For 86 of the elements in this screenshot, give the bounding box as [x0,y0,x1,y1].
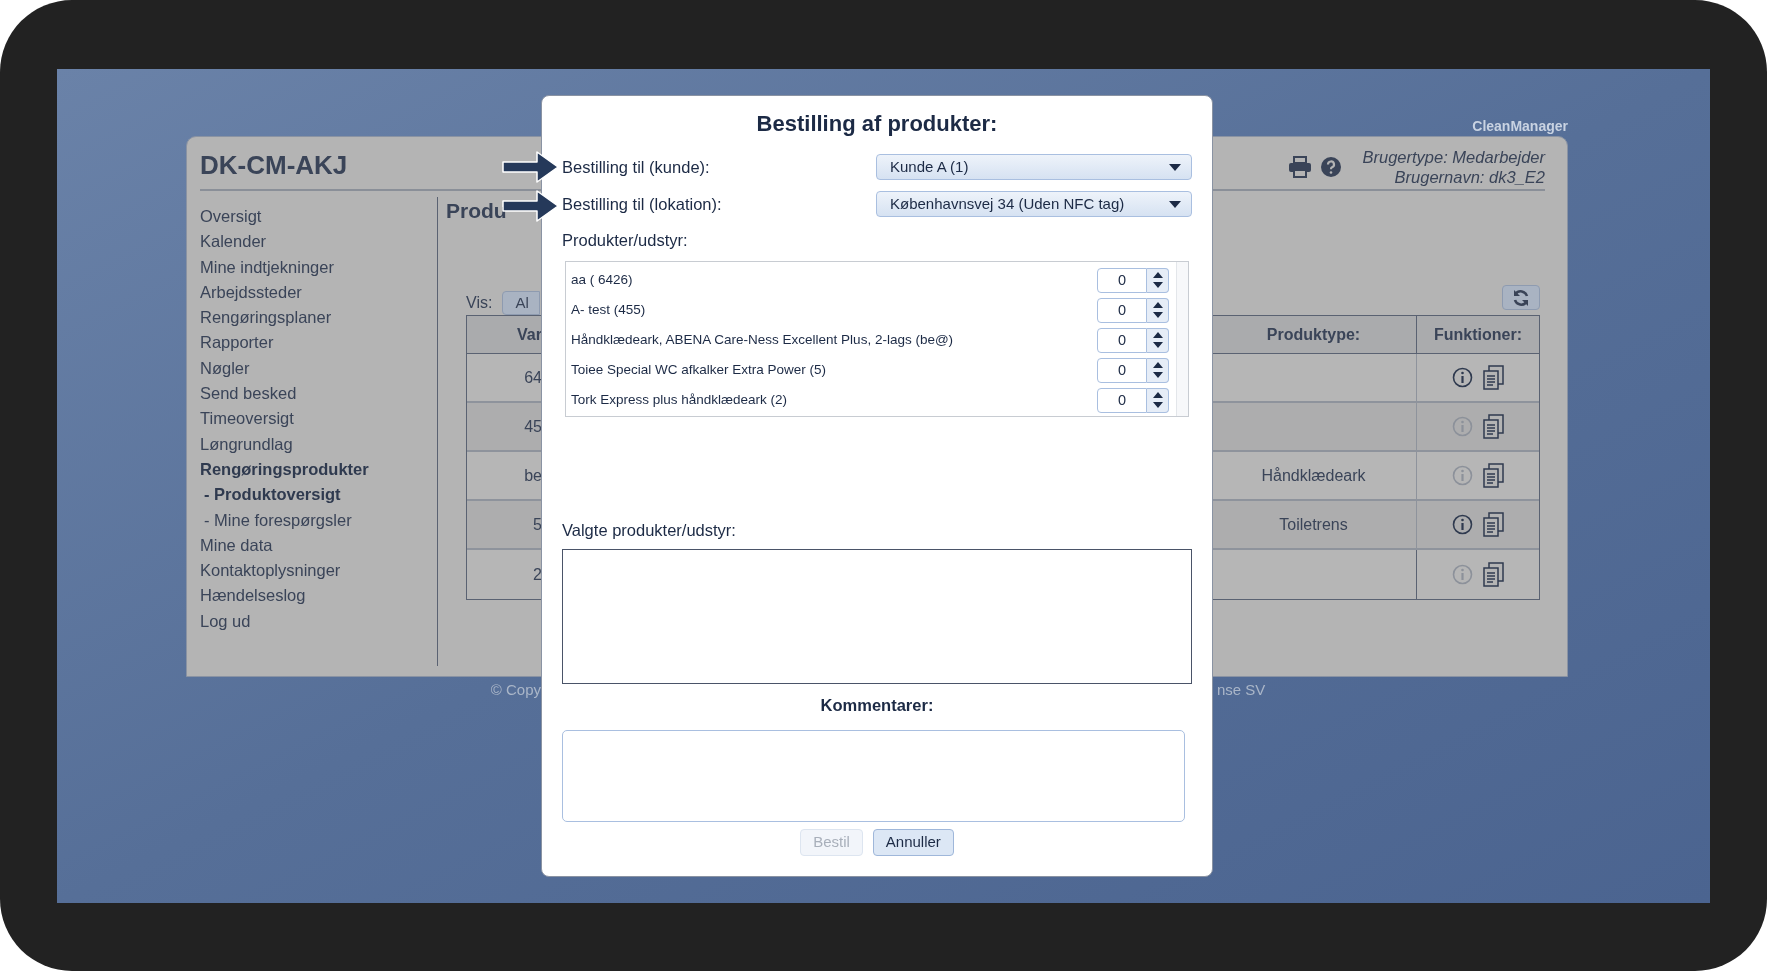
documents-icon [1483,512,1504,537]
table-cell: 45 [467,403,542,452]
footer-text: nse SV [1217,681,1266,698]
product-name: A- test (455) [571,300,646,319]
info-icon [1452,465,1473,486]
product-name: Tork Express plus håndklædeark (2) [571,390,788,409]
nav-link[interactable]: Kalender [200,229,267,255]
field-label: Bestilling til (lokation): [562,193,722,215]
documents-icon [1483,562,1504,587]
refresh-button[interactable] [1502,285,1540,310]
copy-button[interactable] [1483,562,1504,587]
copyright-text: © Copy [490,679,541,700]
spin-arrows-icon [1152,302,1163,318]
nav-link[interactable]: Hændelseslog [200,583,306,609]
filter-label: Vis: [466,293,493,313]
spin-buttons[interactable] [1147,267,1169,293]
section-label: Produkter/udstyr: [562,230,689,251]
info-button[interactable] [1452,367,1473,388]
product-name: Toiee Special WC afkalker Extra Power (5) [571,360,827,379]
spin-buttons[interactable] [1147,297,1169,323]
copy-button[interactable] [1483,414,1504,439]
field-label: Bestilling til (kunde): [562,156,710,178]
table-cell: Håndklædeark [1211,452,1417,501]
nav-link[interactable]: Nøgler [200,355,250,382]
spin-arrows-icon [1152,332,1163,348]
info-icon [1452,564,1473,585]
caret-icon [1169,200,1181,208]
spin-arrows-icon [1152,362,1163,378]
copy-button[interactable] [1483,365,1504,390]
documents-icon [1483,463,1504,488]
dropdown-field[interactable]: Kunde A (1) [876,154,1192,180]
user-name-label: Brugernavn: dk3_E2 [1394,167,1545,187]
nav-link[interactable]: Arbejdssteder [200,279,302,306]
brand-label: CleanManager [1472,117,1568,136]
nav-link[interactable]: - Produktoversigt [200,482,341,508]
nav-link[interactable]: Timeoversigt [200,406,294,432]
nav-link[interactable]: Oversigt [200,204,262,230]
column-header: Var [467,316,542,354]
dropdown-field[interactable]: Københavnsvej 34 (Uden NFC tag) [876,191,1192,217]
documents-icon [1483,414,1504,439]
nav-link[interactable]: Mine indtjekninger [200,254,334,280]
site-title: DK-CM-AKJ [200,149,348,181]
comments-field[interactable] [562,730,1185,822]
nav-link[interactable]: Rapporter [200,330,274,356]
quantity-field[interactable]: 0 [1097,267,1147,293]
info-icon [1452,416,1473,437]
nav-link[interactable]: Mine data [200,532,273,559]
quantity-field[interactable]: 0 [1097,327,1147,353]
column-header: Produktype: [1211,316,1417,354]
page-heading: Produ [446,198,507,224]
nav-link[interactable]: - Mine forespørgsler [200,507,352,533]
nav-link[interactable]: Kontaktoplysninger [200,558,341,584]
help-icon [1320,156,1343,178]
printer-icon [1288,156,1313,178]
spin-arrows-icon [1152,392,1163,408]
table-cell: 5 [467,501,542,550]
spin-buttons[interactable] [1147,357,1169,383]
nav-link[interactable]: Løngrundlag [200,431,293,457]
copy-button[interactable] [1483,463,1504,488]
product-name: aa ( 6426) [571,270,633,289]
user-type-label: Brugertype: Medarbejder [1362,147,1545,167]
spin-arrows-icon [1152,272,1163,288]
quantity-field[interactable]: 0 [1097,357,1147,383]
dialog-title: Bestilling af produkter: [755,110,999,138]
nav-link[interactable]: Rengøringsprodukter [200,456,369,483]
refresh-icon [1512,288,1530,307]
spin-buttons[interactable] [1147,387,1169,413]
nav-link[interactable]: Log ud [200,608,251,635]
documents-icon [1483,365,1504,390]
section-label: Kommentarer: [819,695,935,716]
caret-icon [1169,163,1181,171]
nav-link[interactable]: Send besked [200,381,297,407]
dialog-button[interactable]: Annuller [872,829,954,856]
quantity-field[interactable]: 0 [1097,297,1147,323]
product-name: Håndklædeark, ABENA Care-Ness Excellent Plus, 2-lags (be@) [571,330,954,349]
section-label: Valgte produkter/udstyr: [562,520,737,541]
info-button[interactable] [1452,514,1473,535]
column-header: Funktioner: [1417,316,1539,354]
info-icon [1452,514,1473,535]
quantity-field[interactable]: 0 [1097,387,1147,413]
filter-button[interactable]: Al [502,291,540,315]
info-icon [1452,367,1473,388]
table-cell: Toiletrens [1211,501,1417,550]
spin-buttons[interactable] [1147,327,1169,353]
nav-link[interactable]: Rengøringsplaner [200,305,332,331]
copy-button[interactable] [1483,512,1504,537]
